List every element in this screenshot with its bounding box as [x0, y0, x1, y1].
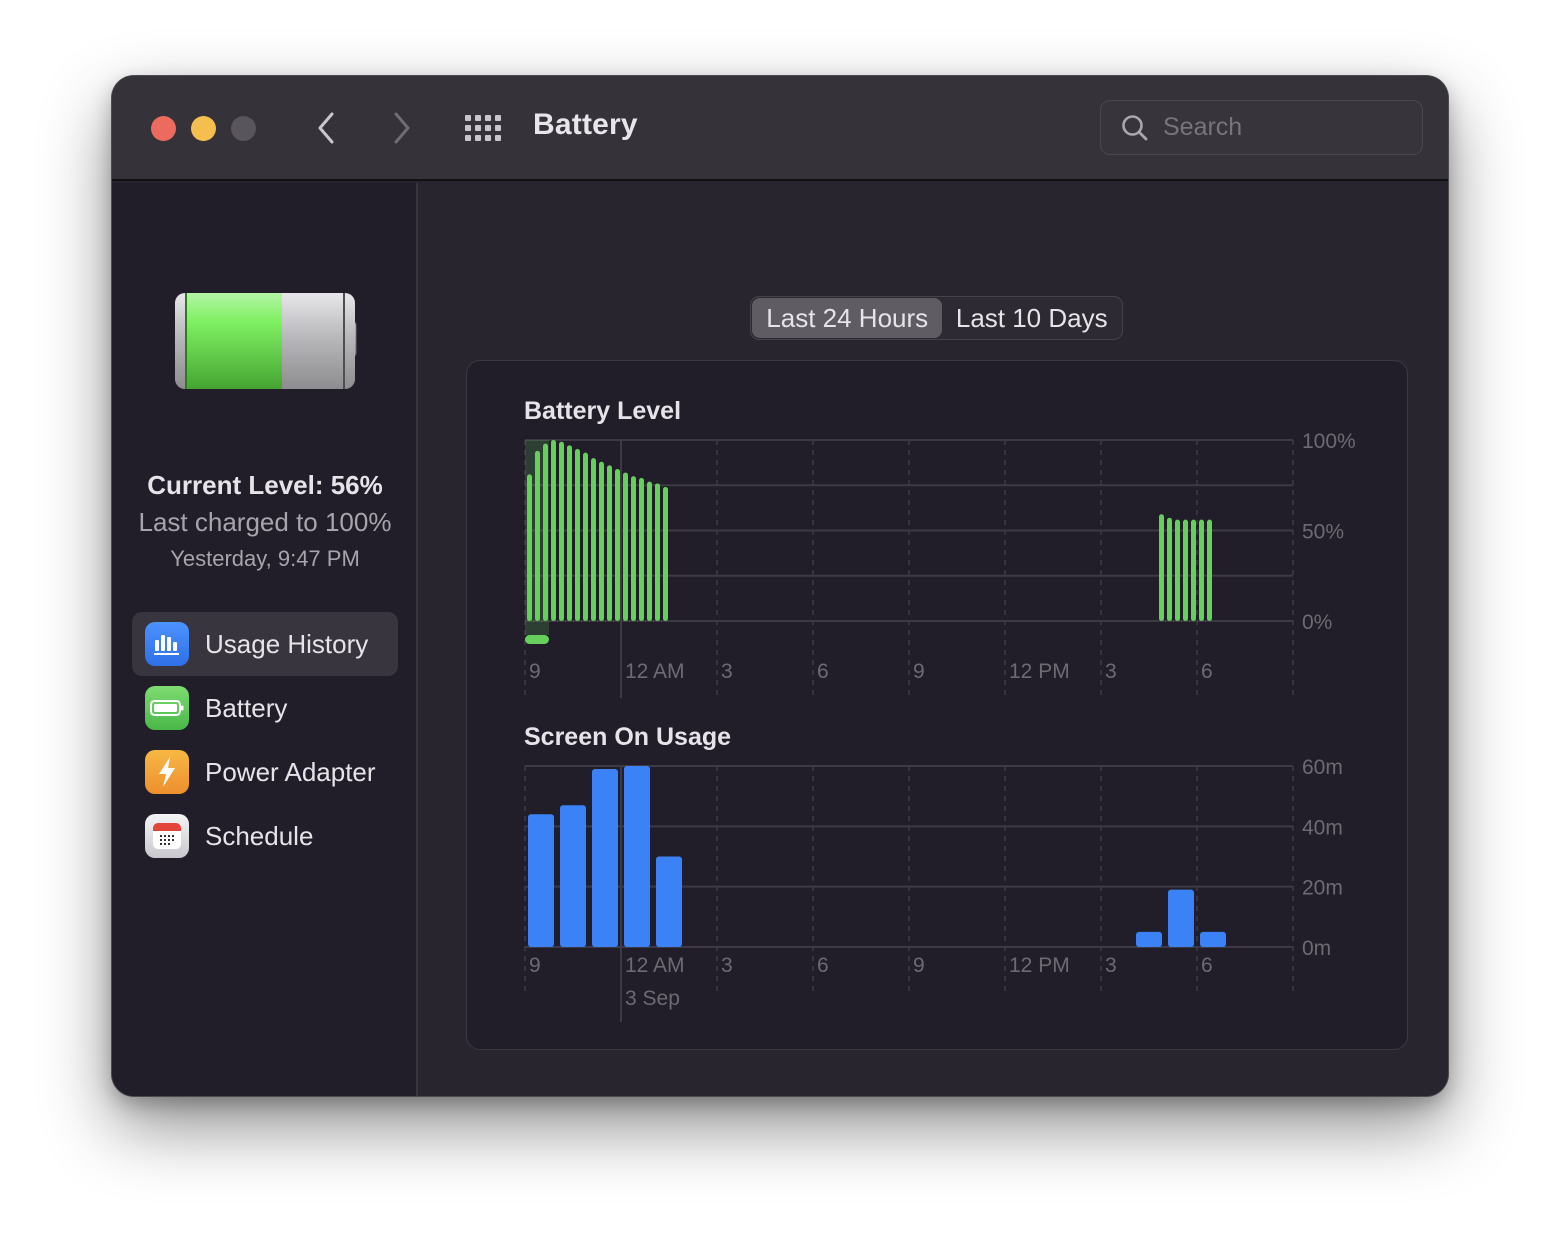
screen-on-usage-bar — [560, 805, 586, 947]
last-charged-text: Last charged to 100% — [138, 507, 392, 537]
y-tick-label: 50% — [1302, 521, 1344, 544]
sidebar-item-label: Schedule — [205, 820, 314, 851]
last-charged-time: Yesterday, 9:47 PM — [170, 546, 360, 571]
x-date-label: 3 Sep — [625, 987, 680, 1010]
battery-level-bar — [1207, 519, 1212, 621]
x-tick-label: 9 — [529, 954, 541, 977]
sidebar-item-label: Battery — [205, 692, 288, 723]
battery-level-bar — [647, 481, 652, 621]
chevron-left-icon — [318, 112, 334, 144]
battery-preferences-window: Battery Current L — [112, 76, 1448, 1096]
x-tick-label: 3 — [1105, 660, 1117, 683]
x-tick-label: 12 PM — [1009, 660, 1070, 683]
y-tick-label: 100% — [1302, 430, 1356, 453]
search-input[interactable] — [1163, 113, 1403, 142]
y-tick-label: 0% — [1302, 611, 1332, 634]
sidebar-item-usage-history[interactable]: Usage History — [132, 612, 398, 676]
show-all-grid-icon — [465, 115, 501, 141]
sidebar-item-battery[interactable]: Battery — [132, 676, 398, 740]
battery-level-bar — [551, 440, 556, 621]
charts-panel: Battery Level Screen On Usage 9 12 AM 3 6 9 1… — [466, 360, 1408, 1050]
battery-level-bar — [543, 443, 548, 621]
battery-level-bar — [631, 476, 636, 621]
tab-last-24-hours[interactable]: Last 24 Hours — [752, 298, 943, 338]
screen-on-usage-bar — [592, 769, 618, 947]
tab-last-10-days[interactable]: Last 10 Days — [942, 298, 1121, 338]
battery-level-bar — [639, 478, 644, 621]
charging-indicator — [525, 635, 549, 644]
battery-level-bar — [615, 468, 620, 621]
time-range-segmented-control: Last 24 Hours Last 10 Days — [750, 296, 1123, 340]
show-all-button[interactable] — [464, 113, 504, 143]
forward-button[interactable] — [384, 110, 420, 146]
battery-level-bar — [607, 465, 612, 621]
battery-level-bar — [1159, 514, 1164, 621]
usage-charts: 9 12 AM 3 6 9 12 PM 3 6 100% 50% 0% 9 12 AM 3 6 9 12 PM 3… — [524, 430, 1356, 1022]
sidebar-item-label: Usage History — [205, 628, 369, 659]
x-tick-label: 9 — [913, 660, 925, 683]
sidebar-item-schedule[interactable]: Schedule — [132, 804, 398, 868]
zoom-button[interactable] — [231, 116, 256, 141]
battery-level-bar — [591, 458, 596, 621]
search-field[interactable] — [1100, 100, 1423, 155]
x-tick-label: 9 — [529, 660, 541, 683]
x-tick-label: 6 — [1201, 660, 1213, 683]
chevron-right-icon — [394, 112, 410, 144]
y-tick-label: 0m — [1302, 937, 1331, 960]
sidebar-list: Usage History Battery Power Adapter Sche… — [132, 612, 398, 868]
battery-level-graphic — [175, 293, 357, 389]
battery-level-bar — [1199, 519, 1204, 621]
x-tick-label: 12 PM — [1009, 954, 1070, 977]
battery-level-bar — [1175, 519, 1180, 621]
battery-level-bar — [1191, 519, 1196, 621]
x-tick-label: 3 — [721, 954, 733, 977]
battery-level-bar — [1167, 517, 1172, 621]
battery-level-bar — [567, 445, 572, 621]
sidebar-item-label: Power Adapter — [205, 756, 376, 787]
window-title: Battery — [533, 108, 638, 141]
lightning-bolt-icon — [145, 750, 189, 794]
x-tick-label: 6 — [817, 954, 829, 977]
close-button[interactable] — [151, 116, 176, 141]
battery-level-bar — [663, 487, 668, 621]
x-tick-label: 3 — [1105, 954, 1117, 977]
sidebar: Current Level: 56% Last charged to 100% … — [112, 183, 418, 1096]
minimize-button[interactable] — [191, 116, 216, 141]
x-tick-label: 6 — [817, 660, 829, 683]
screen-on-usage-bar — [1200, 931, 1226, 947]
title-bar: Battery — [112, 76, 1448, 181]
screen-on-usage-bar — [656, 856, 682, 947]
main-content: Last 24 Hours Last 10 Days Battery Level… — [420, 183, 1448, 1096]
battery-level-bar — [583, 452, 588, 621]
search-icon — [1122, 114, 1148, 140]
back-button[interactable] — [308, 110, 344, 146]
battery-level-bar — [623, 472, 628, 621]
battery-icon — [145, 686, 189, 730]
x-tick-label: 3 — [721, 660, 733, 683]
bar-chart-icon — [145, 622, 189, 666]
battery-level-bar — [535, 450, 540, 621]
x-tick-label: 9 — [913, 954, 925, 977]
battery-level-bar — [1183, 519, 1188, 621]
screen-on-usage-bar — [624, 766, 650, 947]
screen-on-usage-bar — [528, 814, 554, 947]
y-tick-label: 20m — [1302, 877, 1343, 900]
calendar-icon — [145, 814, 189, 858]
screen-on-usage-bar — [1168, 889, 1194, 947]
y-tick-label: 60m — [1302, 756, 1343, 779]
current-level-text: Current Level: 56% — [147, 470, 383, 500]
battery-level-bar — [527, 474, 532, 621]
x-tick-label: 12 AM — [625, 660, 685, 683]
battery-level-bar — [559, 441, 564, 621]
sidebar-item-power-adapter[interactable]: Power Adapter — [132, 740, 398, 804]
x-tick-label: 12 AM — [625, 954, 685, 977]
y-tick-label: 40m — [1302, 816, 1343, 839]
battery-level-bar — [599, 461, 604, 621]
battery-level-bar — [575, 449, 580, 621]
screen-on-usage-bar — [1136, 931, 1162, 947]
x-tick-label: 6 — [1201, 954, 1213, 977]
battery-level-bar — [655, 483, 660, 621]
